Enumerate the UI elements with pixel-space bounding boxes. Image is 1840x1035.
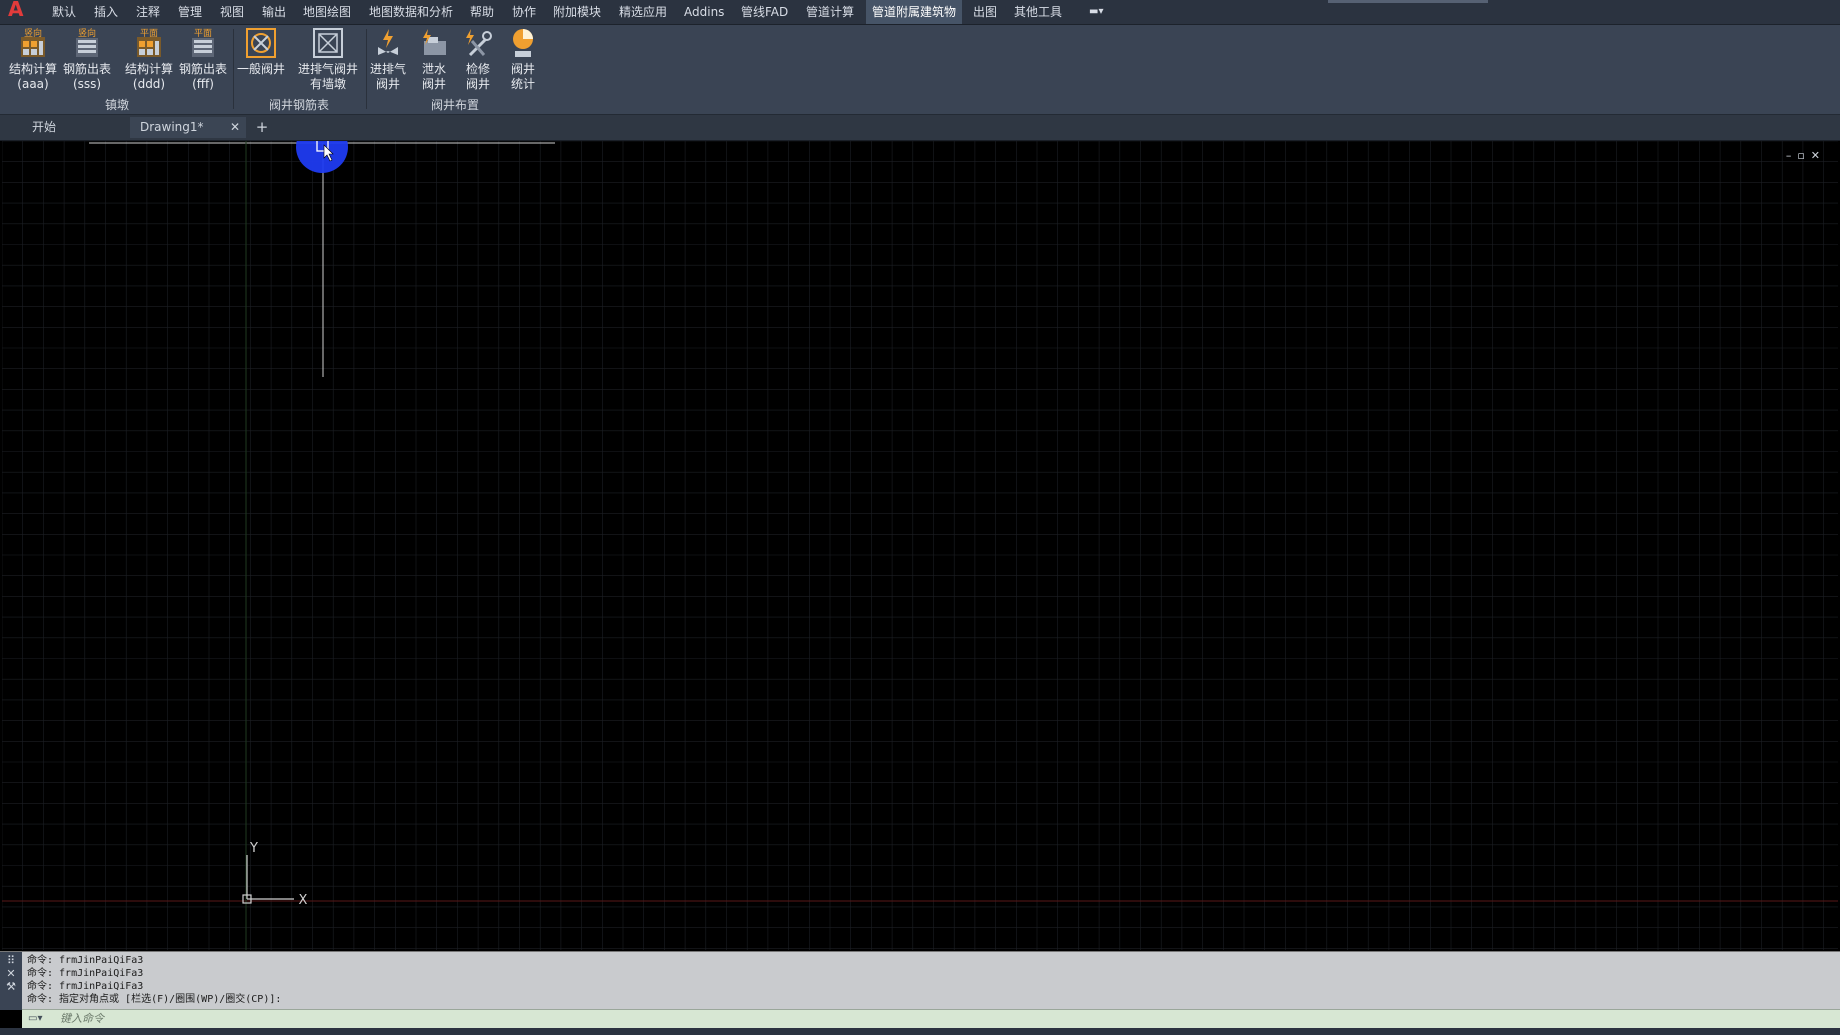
workspace-dropdown-icon[interactable]: ▬▾ — [1089, 5, 1111, 19]
svg-text:竖向: 竖向 — [24, 27, 42, 39]
plane-rebar-table-button[interactable]: 平面 钢筋出表 (fff) — [176, 27, 230, 99]
menu-annotate[interactable]: 注释 — [136, 0, 160, 24]
air-valve-well-icon — [313, 28, 343, 58]
menu-default[interactable]: 默认 — [52, 0, 76, 24]
new-tab-button[interactable]: + — [250, 117, 274, 138]
menu-featured-apps[interactable]: 精选应用 — [619, 0, 667, 24]
statistics-icon — [513, 29, 533, 57]
svg-text:平面: 平面 — [194, 28, 212, 39]
wrench-icon[interactable]: ⚒ — [0, 980, 22, 993]
button-sublabel: (fff) — [192, 77, 214, 91]
panel-title-valve-rebar-table: 阀井钢筋表 — [268, 98, 329, 112]
structure-calc-icon: 平面 — [137, 28, 161, 57]
button-sublabel: (ddd) — [132, 77, 166, 91]
ucs-y-label: Y — [249, 841, 258, 856]
menu-help[interactable]: 帮助 — [470, 0, 494, 24]
button-sublabel: 统计 — [510, 77, 535, 91]
svg-text:竖向: 竖向 — [78, 27, 96, 39]
command-input-placeholder: 键入命令 — [60, 1012, 104, 1025]
drawing-canvas[interactable]: Y X –▫✕ — [2, 141, 1838, 950]
vertical-structure-calc-button[interactable]: 竖向 结构计算 (aaa) — [6, 27, 60, 99]
menu-addon-modules[interactable]: 附加模块 — [553, 0, 601, 24]
command-history-line: 命令: frmJinPaiQiFa3 — [27, 968, 144, 979]
tab-start[interactable]: 开始 — [22, 117, 66, 138]
button-label: 阀井 — [510, 62, 535, 76]
button-label: 检修 — [465, 62, 490, 76]
button-label: 结构计算 — [124, 62, 173, 76]
button-sublabel: (aaa) — [17, 77, 49, 91]
command-history-line: 命令: 指定对角点或 [栏选(F)/圈围(WP)/圈交(CP)]: — [27, 994, 282, 1005]
status-bar — [0, 1028, 1840, 1035]
menu-manage[interactable]: 管理 — [178, 0, 202, 24]
grip-icon[interactable]: ⠿ — [0, 954, 22, 967]
ucs-icon: Y X — [242, 841, 308, 908]
valve-statistics-button[interactable]: 阀井 统计 — [504, 27, 542, 99]
command-prompt-icon[interactable]: ▭▾ — [28, 1012, 54, 1026]
vertical-rebar-table-button[interactable]: 竖向 钢筋出表 (sss) — [60, 27, 114, 99]
command-panel-grip[interactable]: ⠿ ✕ ⚒ — [0, 952, 22, 1010]
tab-drawing1-label: Drawing1* — [140, 120, 204, 134]
panel-separator — [233, 29, 234, 109]
button-sublabel: 阀井 — [465, 77, 490, 91]
button-label: 钢筋出表 — [178, 62, 227, 76]
button-label: 进排气 — [369, 62, 406, 76]
button-sublabel: 阀井 — [421, 77, 446, 91]
button-sublabel: (sss) — [72, 77, 102, 91]
viewport-window-controls[interactable]: –▫✕ — [1786, 149, 1826, 162]
maintenance-icon — [466, 29, 492, 57]
rebar-table-icon: 竖向 — [76, 27, 98, 57]
menu-map-draw[interactable]: 地图绘图 — [303, 0, 351, 24]
menu-plot[interactable]: 出图 — [973, 0, 997, 24]
menu-bar: A 默认 插入 注释 管理 视图 输出 地图绘图 地图数据和分析 帮助 协作 附… — [0, 0, 1840, 25]
structure-calc-icon: 竖向 — [21, 27, 45, 57]
app-logo-icon[interactable]: A — [8, 0, 34, 20]
panel-title-valve-layout: 阀井布置 — [430, 98, 479, 112]
close-icon[interactable]: ✕ — [230, 117, 240, 138]
menu-view[interactable]: 视图 — [220, 0, 244, 24]
air-valve-well-button[interactable]: 进排气阀井 有墙墩 — [294, 27, 362, 99]
panel-title-thrust-block: 镇墩 — [104, 98, 129, 112]
plane-structure-calc-button[interactable]: 平面 结构计算 (ddd) — [122, 27, 176, 99]
maintenance-valve-button[interactable]: 检修 阀井 — [460, 27, 496, 99]
menu-addins[interactable]: Addins — [684, 0, 724, 24]
air-intake-valve-button[interactable]: 进排气 阀井 — [368, 27, 408, 99]
menu-other-tools[interactable]: 其他工具 — [1014, 0, 1062, 24]
svg-text:平面: 平面 — [140, 28, 158, 39]
menu-pipe-calc[interactable]: 管道计算 — [806, 0, 854, 24]
command-history: ⠿ ✕ ⚒ 命令: frmJinPaiQiFa3 命令: frmJinPaiQi… — [0, 951, 1840, 1010]
tab-drawing1[interactable]: Drawing1* ✕ — [130, 117, 246, 138]
ribbon: 竖向 结构计算 (aaa) 竖向 钢筋出表 (sss) 平面 结构计算 (ddd… — [0, 25, 1840, 115]
menu-pipeline-fad[interactable]: 管线FAD — [741, 0, 788, 24]
menu-collaborate[interactable]: 协作 — [512, 0, 536, 24]
button-label: 结构计算 — [8, 62, 57, 76]
drain-icon — [423, 29, 446, 55]
button-label: 泄水 — [421, 62, 446, 76]
general-valve-well-button[interactable]: 一般阀井 — [236, 27, 286, 99]
button-sublabel: 有墙墩 — [309, 77, 346, 91]
command-history-line: 命令: frmJinPaiQiFa3 — [27, 981, 144, 992]
close-icon[interactable]: ✕ — [0, 967, 22, 980]
command-history-line: 命令: frmJinPaiQiFa3 — [27, 955, 144, 966]
air-intake-icon — [378, 29, 398, 55]
menu-map-data[interactable]: 地图数据和分析 — [369, 0, 453, 24]
valve-well-icon — [246, 28, 276, 58]
menu-insert[interactable]: 插入 — [94, 0, 118, 24]
document-tab-bar: 开始 Drawing1* ✕ + — [0, 115, 1840, 141]
drawing-entities: Y X — [2, 141, 1838, 950]
title-strip — [1328, 0, 1488, 3]
menu-pipe-structures[interactable]: 管道附属建筑物 — [866, 0, 963, 24]
drain-valve-button[interactable]: 泄水 阀井 — [416, 27, 452, 99]
button-label: 一般阀井 — [236, 62, 285, 76]
cursor-highlight — [296, 141, 348, 173]
panel-separator — [366, 29, 367, 109]
command-input[interactable]: ▭▾ 键入命令 — [22, 1009, 1840, 1028]
ucs-x-label: X — [299, 893, 308, 908]
button-sublabel: 阀井 — [375, 77, 400, 91]
menu-output[interactable]: 输出 — [262, 0, 286, 24]
button-label: 钢筋出表 — [62, 62, 111, 76]
rebar-table-icon: 平面 — [192, 28, 214, 57]
button-label: 进排气阀井 — [297, 62, 358, 76]
